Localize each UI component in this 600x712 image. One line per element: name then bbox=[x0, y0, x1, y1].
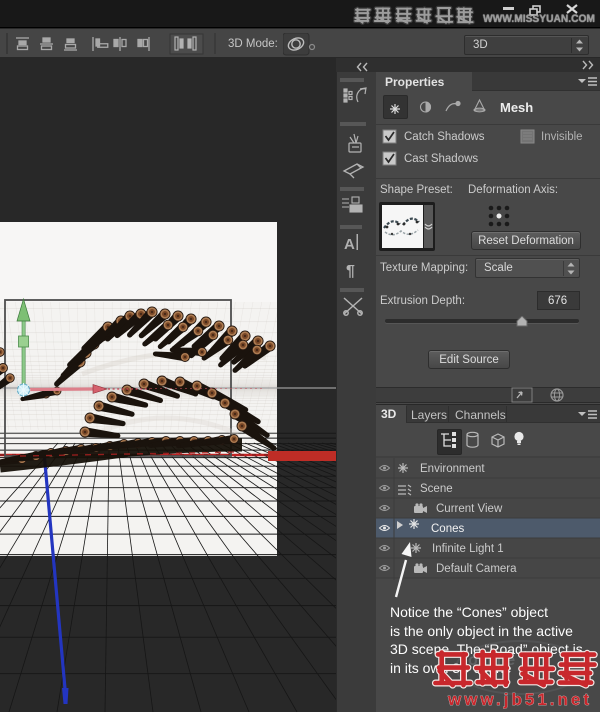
svg-text:¶: ¶ bbox=[346, 263, 355, 280]
svg-text:A: A bbox=[344, 236, 355, 253]
